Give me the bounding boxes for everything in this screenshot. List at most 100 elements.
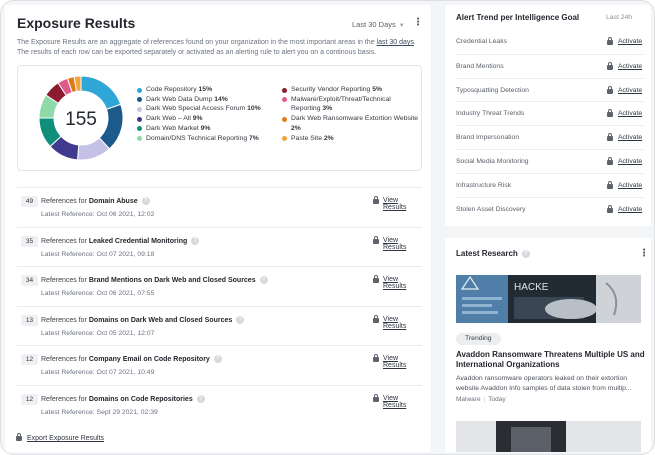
legend-label: Dark Web Ransomware Extortion Website bbox=[291, 115, 419, 123]
alert-goal-row: Typosquatting Detection Activate bbox=[456, 77, 644, 102]
legend-item: Malware/Exploit/Threat/Technical Reporti… bbox=[282, 95, 422, 114]
help-icon[interactable]: ? bbox=[213, 355, 222, 364]
alert-goal-row: Brand Mentions Activate bbox=[456, 53, 644, 78]
result-title: References for Brand Mentions on Dark We… bbox=[41, 276, 268, 285]
result-title-prefix: References for bbox=[41, 316, 89, 324]
alert-trend-panel: Alert Trend per Intelligence Goal Last 2… bbox=[445, 5, 651, 226]
latest-research-title: Latest Research? bbox=[456, 249, 530, 258]
alert-goal-row: Infrastructure Risk Activate bbox=[456, 172, 644, 197]
help-icon[interactable]: ? bbox=[236, 315, 245, 324]
legend-label: Domain/DNS Technical Reporting bbox=[146, 134, 250, 142]
legend-right: Security Vendor Reporting 5% Malware/Expl… bbox=[282, 85, 422, 143]
more-options-icon[interactable]: ⋮ bbox=[413, 18, 423, 28]
result-row: 13 References for Domains on Dark Web and… bbox=[17, 305, 422, 346]
help-icon[interactable]: ? bbox=[191, 236, 200, 245]
view-results-link[interactable]: View Results bbox=[383, 355, 422, 369]
help-icon[interactable]: ? bbox=[196, 394, 205, 403]
research-thumbnail bbox=[456, 421, 641, 452]
lock-icon bbox=[607, 180, 613, 189]
last-30-days-link[interactable]: last 30 days bbox=[377, 39, 414, 46]
activate-link[interactable]: Activate bbox=[618, 182, 642, 189]
legend-item: Code Repository 15% bbox=[137, 85, 261, 95]
chevron-down-icon: ▼ bbox=[398, 23, 405, 29]
lock-icon bbox=[373, 314, 379, 323]
lock-icon bbox=[373, 235, 379, 244]
legend-label: Dark Web Special Access Forum bbox=[146, 105, 248, 113]
view-results-link[interactable]: View Results bbox=[383, 395, 422, 409]
alert-goal-label: Brand Impersonation bbox=[456, 134, 520, 142]
exposure-chart-card: 155 Code Repository 15% Dark Web Data Dum… bbox=[17, 65, 422, 171]
latest-research-label: Latest Research bbox=[456, 249, 518, 258]
legend-dot bbox=[282, 136, 287, 142]
result-title-topic: Company Email on Code Repository bbox=[88, 356, 210, 364]
alert-list: Credential Leaks Activate Brand Mentions Ac… bbox=[456, 30, 644, 220]
reference-count-badge: 12 bbox=[21, 354, 38, 366]
legend-percent: 2% bbox=[323, 134, 334, 142]
activate-link[interactable]: Activate bbox=[618, 206, 642, 213]
help-icon[interactable]: ? bbox=[259, 276, 268, 285]
intro-text-start: The Exposure Results are an aggregate of… bbox=[17, 39, 377, 46]
result-row: 12 References for Company Email on Code R… bbox=[17, 345, 422, 385]
lock-icon bbox=[607, 85, 613, 94]
help-icon[interactable]: ? bbox=[521, 249, 530, 258]
alert-goal-row: Brand Impersonation Activate bbox=[456, 125, 644, 149]
alert-goal-label: Credential Leaks bbox=[456, 38, 508, 45]
export-results-link[interactable]: Export Exposure Results bbox=[27, 435, 104, 442]
view-results-link[interactable]: View Results bbox=[383, 197, 422, 211]
result-title: References for Domain Abuse? bbox=[41, 197, 150, 205]
activate-link[interactable]: Activate bbox=[618, 87, 642, 94]
view-results-link[interactable]: View Results bbox=[383, 237, 422, 251]
result-title: References for Leaked Credential Monitor… bbox=[41, 236, 200, 245]
activate-link[interactable]: Activate bbox=[618, 38, 642, 45]
legend-dot bbox=[137, 136, 142, 142]
hacker-image: HACKE bbox=[456, 275, 641, 323]
alert-goal-label: Industry Threat Trends bbox=[456, 110, 525, 118]
latest-reference: Latest Reference: Sept 29 2021, 02:39 bbox=[41, 408, 158, 416]
research-hero-image[interactable]: HACKE bbox=[456, 275, 641, 323]
result-title-prefix: References for bbox=[41, 197, 89, 205]
activate-link[interactable]: Activate bbox=[618, 110, 642, 117]
alert-goal-row: Social Media Monitoring Activate bbox=[456, 148, 644, 173]
alert-goal-row: Industry Threat Trends Activate bbox=[456, 101, 644, 125]
legend-percent: 7% bbox=[249, 134, 259, 142]
help-icon[interactable]: ? bbox=[141, 197, 150, 205]
result-title-topic: Leaked Credential Monitoring bbox=[88, 237, 188, 245]
activate-link[interactable]: Activate bbox=[618, 158, 642, 165]
legend-label: Code Repository bbox=[146, 86, 199, 93]
legend-item: Dark Web Market 9% bbox=[137, 124, 261, 134]
second-research-image[interactable] bbox=[456, 421, 641, 452]
date-range-select[interactable]: Last 30 Days ▼ bbox=[352, 20, 405, 29]
legend-dot bbox=[282, 97, 287, 103]
reference-count-badge: 13 bbox=[21, 314, 38, 326]
more-options-icon[interactable]: ⋮ bbox=[639, 249, 649, 259]
result-title: References for Company Email on Code Rep… bbox=[41, 355, 222, 364]
research-headline[interactable]: Avaddon Ransomware Threatens Multiple US… bbox=[456, 350, 646, 370]
alert-range-value: Last 24h bbox=[606, 14, 633, 21]
result-title-topic: Domain Abuse bbox=[88, 197, 138, 205]
legend-percent: 10% bbox=[247, 105, 261, 113]
activate-link[interactable]: Activate bbox=[618, 63, 642, 70]
alert-trend-title: Alert Trend per Intelligence Goal bbox=[456, 13, 580, 22]
result-row: 12 References for Domains on Code Reposit… bbox=[17, 384, 422, 425]
alert-range-select[interactable]: Last 24h bbox=[606, 14, 632, 21]
lock-icon bbox=[607, 109, 613, 118]
legend-dot bbox=[137, 106, 142, 112]
legend-dot bbox=[282, 87, 287, 93]
donut-slice[interactable] bbox=[80, 75, 122, 110]
activate-link[interactable]: Activate bbox=[618, 134, 642, 141]
view-results-link[interactable]: View Results bbox=[383, 316, 422, 330]
legend-percent: 9% bbox=[200, 124, 211, 132]
exposure-results-panel: Exposure Results Last 30 Days ▼ ⋮ The Exp… bbox=[5, 5, 431, 452]
latest-research-panel: Latest Research? ⋮ HACKE Trending Avaddo… bbox=[445, 238, 651, 452]
legend-item: Dark Web Data Dump 14% bbox=[137, 95, 261, 105]
legend-label: Malware/Exploit/Threat/Technical Reporti… bbox=[291, 95, 391, 113]
result-title-topic: Domains on Dark Web and Closed Sources bbox=[88, 316, 233, 324]
legend-percent: 14% bbox=[214, 95, 228, 103]
legend-dot bbox=[137, 97, 142, 103]
trending-badge: Trending bbox=[456, 333, 501, 345]
research-source: Malware bbox=[456, 396, 481, 403]
legend-percent: 3% bbox=[322, 105, 333, 113]
app-frame: Exposure Results Last 30 Days ▼ ⋮ The Exp… bbox=[0, 0, 655, 455]
view-results-link[interactable]: View Results bbox=[383, 276, 422, 290]
result-title-prefix: References for bbox=[41, 395, 89, 403]
